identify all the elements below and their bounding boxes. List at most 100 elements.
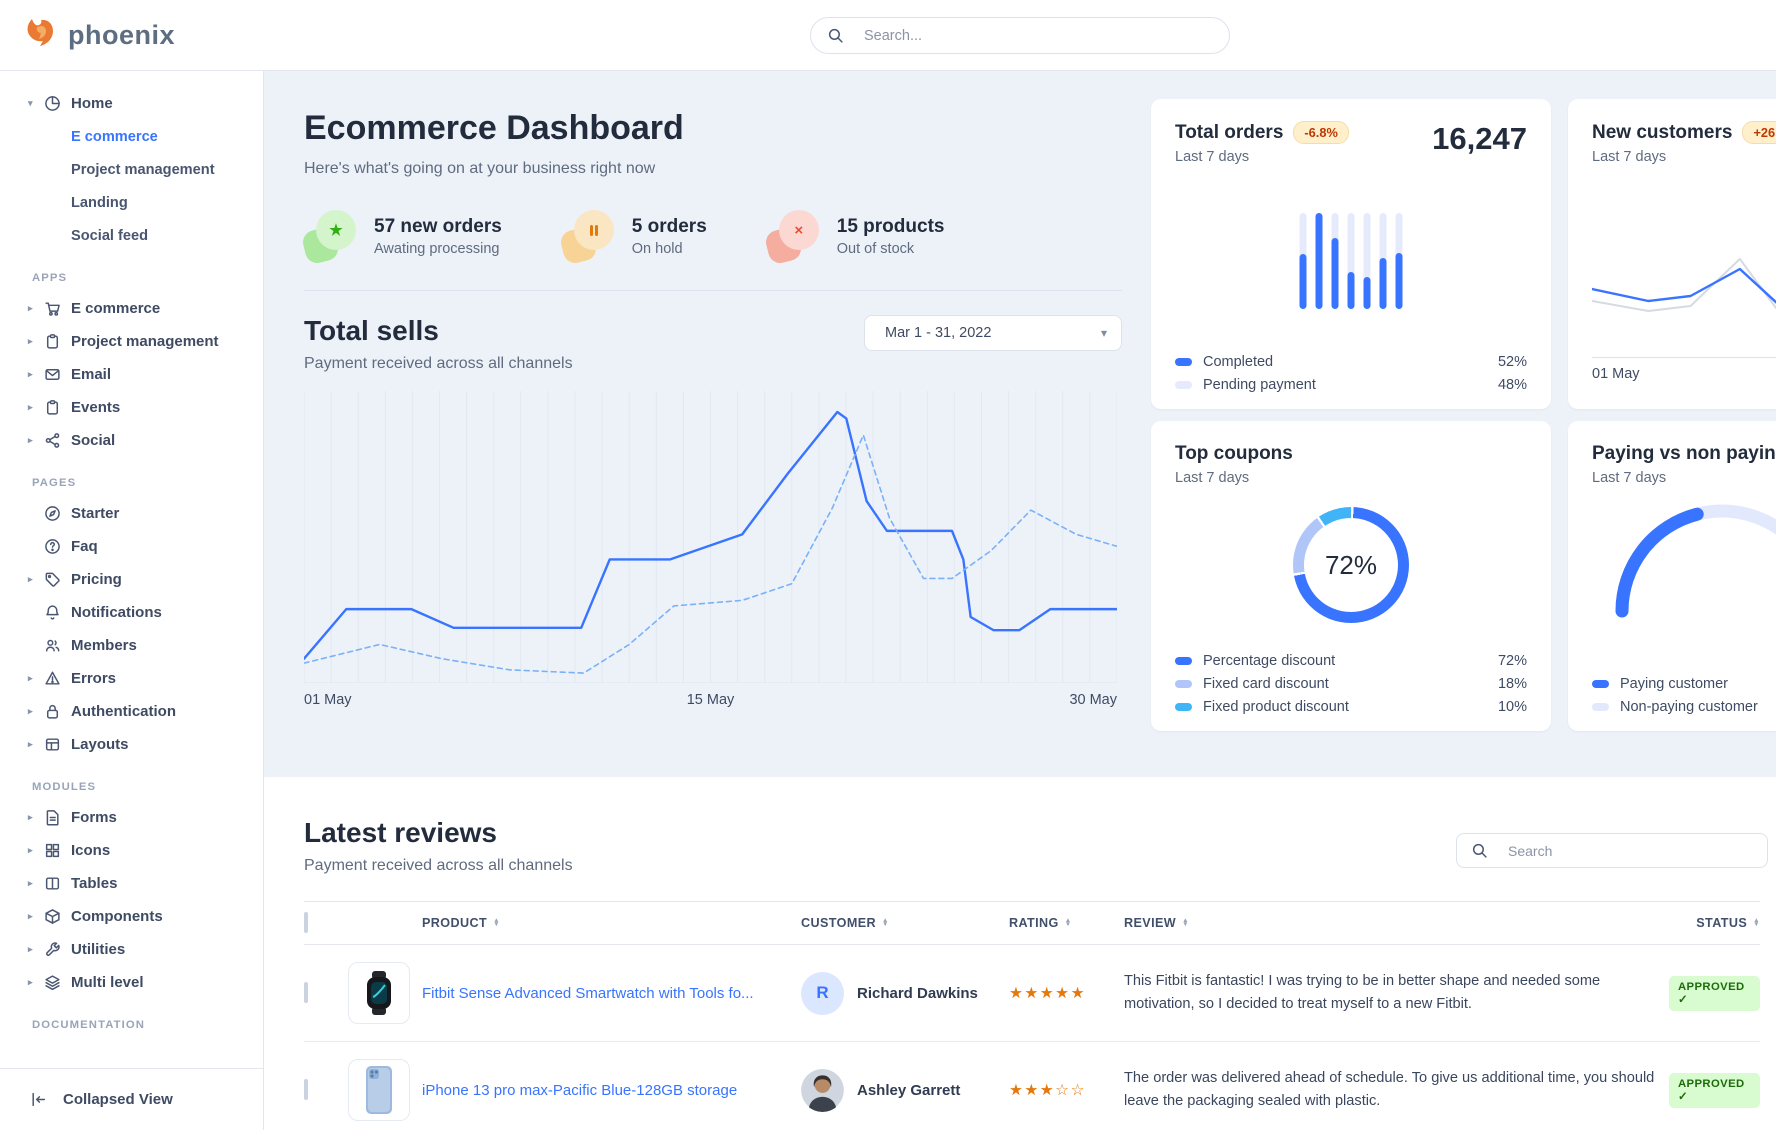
global-search-input[interactable] [864, 28, 1213, 44]
shopping-cart-icon [44, 300, 71, 317]
sidebar-item-pricing[interactable]: ▸Pricing [0, 563, 263, 596]
select-all-checkbox[interactable] [304, 912, 308, 933]
product-thumbnail[interactable] [348, 1059, 410, 1121]
sidebar-item-errors[interactable]: ▸ Errors [0, 662, 263, 695]
page-subtitle: Here's what's going on at your business … [304, 160, 1122, 178]
sidebar-section-modules: MODULES [0, 781, 263, 793]
review-text: This Fitbit is fantastic! I was trying t… [1124, 970, 1669, 1017]
sidebar-item-notifications[interactable]: Notifications [0, 596, 263, 629]
sidebar-item-project-management[interactable]: Project management [0, 153, 263, 186]
legend-swatch [1175, 657, 1192, 665]
sidebar-item-label: Tables [71, 875, 117, 892]
sidebar-item-home[interactable]: ▾Home [0, 87, 263, 120]
sidebar-item-label: Starter [71, 505, 119, 522]
total-orders-legend: Completed52%Pending payment48% [1175, 354, 1527, 393]
sidebar-item-label: Errors [71, 670, 116, 687]
sidebar-item-forms[interactable]: ▸Forms [0, 801, 263, 834]
sidebar-item-components[interactable]: ▸Components [0, 900, 263, 933]
box-icon [44, 908, 71, 925]
warning-triangle-icon [44, 670, 71, 687]
row-checkbox[interactable] [304, 982, 308, 1003]
total-orders-badge: -6.8% [1293, 121, 1348, 144]
column-header-product[interactable]: PRODUCT▲▼ [422, 916, 801, 930]
rating-stars: ★★★★★ [1009, 984, 1124, 1003]
total-sells-chart: 01 May 15 May 30 May [304, 391, 1117, 708]
new-customers-x-label: 01 May [1592, 366, 1640, 382]
sidebar-item-utilities[interactable]: ▸Utilities [0, 933, 263, 966]
caret-icon: ▸ [28, 673, 44, 684]
order-bar [1316, 213, 1323, 309]
column-header-review[interactable]: REVIEW▲▼ [1124, 916, 1669, 930]
columns-icon [44, 875, 71, 892]
sidebar-item-social-feed[interactable]: Social feed [0, 219, 263, 252]
sidebar-item-faq[interactable]: Faq [0, 530, 263, 563]
column-header-customer[interactable]: CUSTOMER▲▼ [801, 916, 1009, 930]
sidebar-item-e-commerce[interactable]: ▸E commerce [0, 292, 263, 325]
paying-legend: Paying customerNon-paying customer [1592, 676, 1776, 715]
column-header-rating[interactable]: RATING▲▼ [1009, 916, 1124, 930]
legend-row: Fixed product discount10% [1175, 699, 1527, 715]
reviews-search[interactable] [1456, 833, 1768, 868]
sidebar: ▾HomeE commerceProject managementLanding… [0, 71, 264, 1130]
product-link[interactable]: iPhone 13 pro max-Pacific Blue-128GB sto… [422, 1082, 801, 1099]
stat-out-of-stock: ×15 productsOut of stock [767, 210, 945, 262]
legend-row: Fixed card discount18% [1175, 676, 1527, 692]
status-badge: APPROVED ✓ [1669, 976, 1760, 1011]
sidebar-item-project-management[interactable]: ▸Project management [0, 325, 263, 358]
sidebar-item-email[interactable]: ▸Email [0, 358, 263, 391]
reviews-table-header: PRODUCT▲▼CUSTOMER▲▼RATING▲▼REVIEW▲▼ STATU… [304, 901, 1760, 945]
sidebar-item-multi-level[interactable]: ▸Multi level [0, 966, 263, 999]
new-customers-line-chart [1592, 249, 1776, 349]
total-sells-subtitle: Payment received across all channels [304, 355, 573, 373]
reviews-search-input[interactable] [1508, 843, 1753, 859]
sidebar-item-icons[interactable]: ▸Icons [0, 834, 263, 867]
search-icon [827, 27, 854, 44]
phoenix-logo-icon [24, 17, 58, 53]
row-checkbox[interactable] [304, 1079, 308, 1100]
caret-icon: ▾ [28, 98, 44, 109]
sidebar-item-social[interactable]: ▸Social [0, 424, 263, 457]
sidebar-item-starter[interactable]: Starter [0, 497, 263, 530]
pause-icon [574, 210, 614, 250]
stat-caption: Out of stock [837, 241, 945, 257]
sidebar-item-layouts[interactable]: ▸Layouts [0, 728, 263, 761]
product-link[interactable]: Fitbit Sense Advanced Smartwatch with To… [422, 985, 801, 1002]
caret-icon: ▸ [28, 878, 44, 889]
caret-icon: ▸ [28, 303, 44, 314]
sort-icon: ▲▼ [1065, 919, 1072, 927]
latest-reviews-section: Latest reviews Payment received across a… [264, 777, 1776, 1130]
divider [1592, 357, 1776, 358]
sidebar-item-label: Social [71, 432, 115, 449]
collapse-icon [30, 1091, 50, 1108]
global-search[interactable] [810, 17, 1230, 54]
column-header-status[interactable]: STATUS▲▼ [1696, 916, 1760, 930]
sidebar-item-e-commerce[interactable]: E commerce [0, 120, 263, 153]
order-bar [1348, 213, 1355, 309]
stat-on-hold: 5 ordersOn hold [562, 210, 707, 262]
product-thumbnail[interactable] [348, 962, 410, 1024]
new-customers-badge: +26.5% [1742, 121, 1776, 144]
sidebar-item-landing[interactable]: Landing [0, 186, 263, 219]
clipboard-icon [44, 333, 71, 350]
sidebar-item-label: Events [71, 399, 120, 416]
review-text: The order was delivered ahead of schedul… [1124, 1067, 1669, 1114]
top-coupons-period: Last 7 days [1175, 470, 1527, 486]
sidebar-item-authentication[interactable]: ▸Authentication [0, 695, 263, 728]
collapsed-view-toggle[interactable]: Collapsed View [0, 1068, 263, 1130]
sort-icon: ▲▼ [1753, 919, 1760, 927]
order-bar [1396, 213, 1403, 309]
sidebar-item-events[interactable]: ▸Events [0, 391, 263, 424]
sort-icon: ▲▼ [493, 919, 500, 927]
question-circle-icon [44, 538, 71, 555]
caret-icon: ▸ [28, 977, 44, 988]
x-label-start: 01 May [304, 692, 352, 708]
sidebar-item-members[interactable]: Members [0, 629, 263, 662]
brand[interactable]: phoenix [24, 17, 175, 53]
sidebar-item-tables[interactable]: ▸ Tables [0, 867, 263, 900]
new-customers-period: Last 7 days [1592, 149, 1776, 165]
date-range-select[interactable]: Mar 1 - 31, 2022 ▾ [864, 315, 1122, 351]
legend-swatch [1175, 680, 1192, 688]
total-orders-card: Total orders -6.8% Last 7 days 16,247 Co… [1151, 99, 1551, 409]
order-bar [1364, 213, 1371, 309]
reviews-table: PRODUCT▲▼CUSTOMER▲▼RATING▲▼REVIEW▲▼ STATU… [304, 901, 1760, 1130]
